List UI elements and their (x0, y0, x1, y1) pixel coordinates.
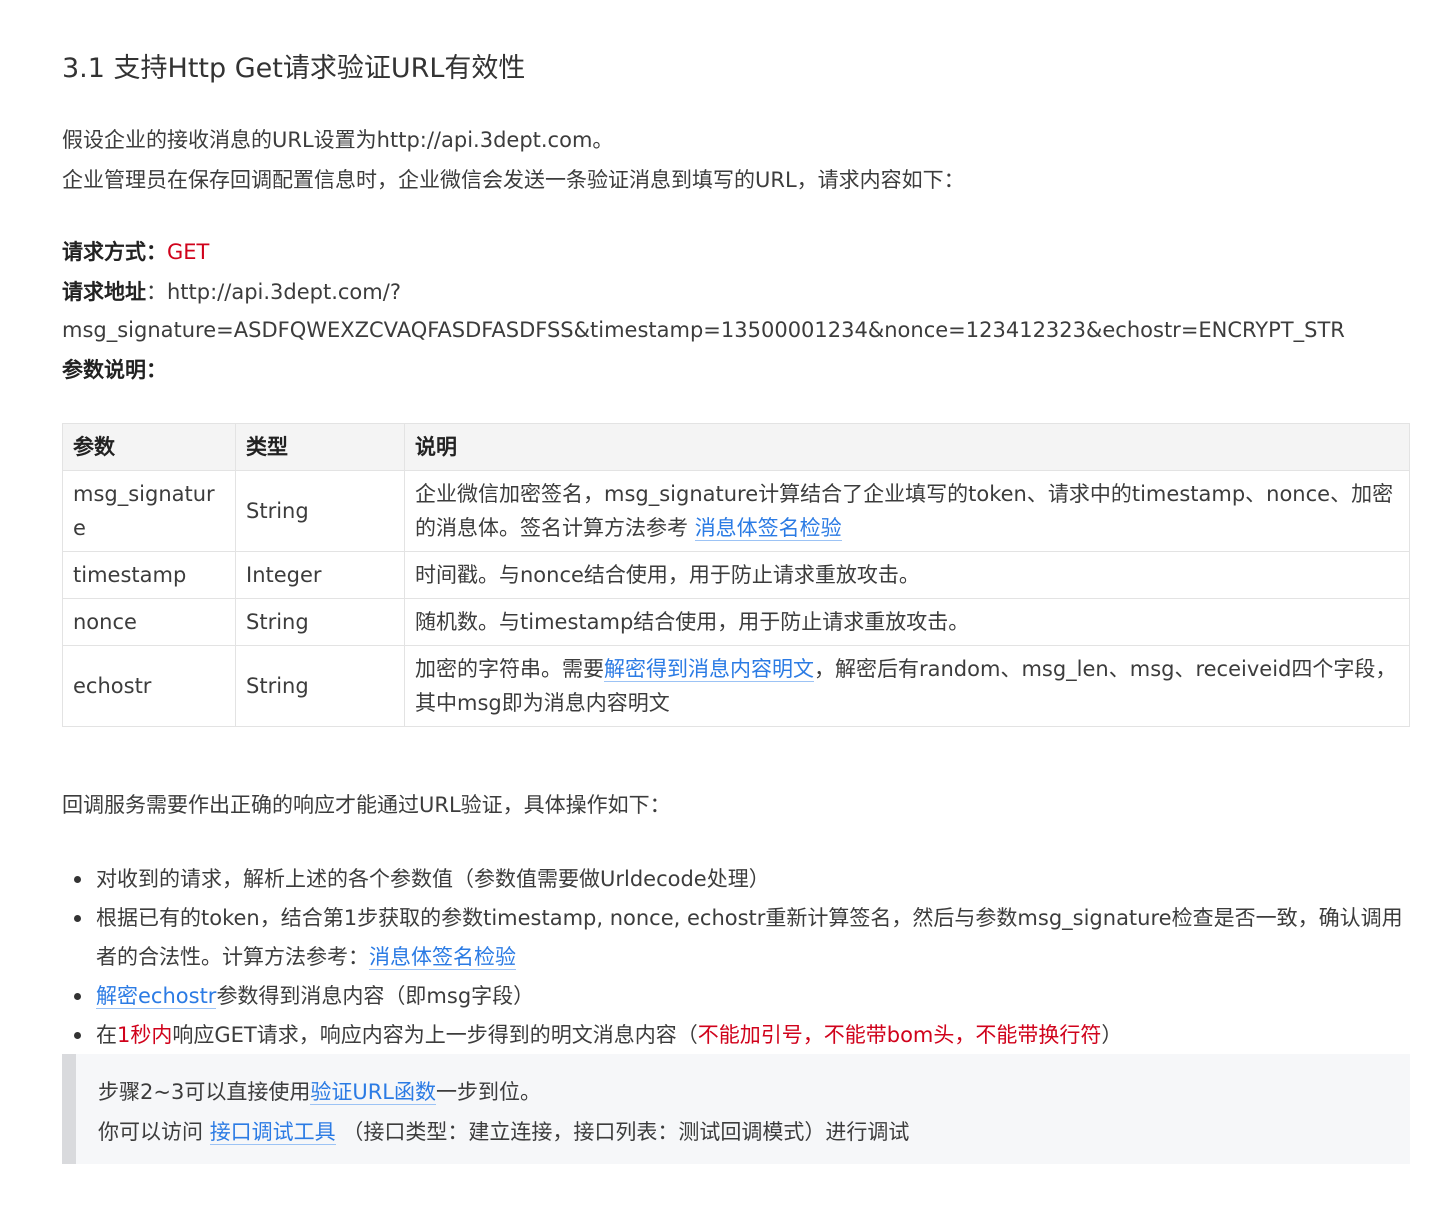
decrypt-echostr-link[interactable]: 解密echostr (96, 984, 217, 1009)
document-page: 3.1 支持Http Get请求验证URL有效性 假设企业的接收消息的URL设置… (0, 0, 1456, 1213)
api-debug-tool-link[interactable]: 接口调试工具 (209, 1120, 336, 1145)
intro-line-1: 假设企业的接收消息的URL设置为http://api.3dept.com。 (62, 128, 614, 152)
signature-doc-link[interactable]: 消息体签名检验 (694, 516, 842, 541)
table-row: echostr String 加密的字符串。需要解密得到消息内容明文，解密后有r… (62, 645, 1410, 727)
step-4-text: ） (1101, 1023, 1123, 1047)
param-name: nonce (62, 598, 236, 646)
step-4-text: 在 (96, 1023, 117, 1047)
steps-list: 对收到的请求，解析上述的各个参数值（参数值需要做Urldecode处理） 根据已… (62, 860, 1410, 1055)
note-line-2: 你可以访问 接口调试工具 （接口类型：建立连接，接口列表：测试回调模式）进行调试 (98, 1112, 1388, 1152)
header-type: 类型 (235, 423, 405, 471)
step-4-emphasis-time: 1秒内 (117, 1023, 173, 1047)
note-line-1: 步骤2~3可以直接使用验证URL函数一步到位。 (98, 1072, 1388, 1112)
params-label: 参数说明： (62, 358, 167, 382)
param-desc: 时间戳。与nonce结合使用，用于防止请求重放攻击。 (404, 551, 1410, 599)
table-row: nonce String 随机数。与timestamp结合使用，用于防止请求重放… (62, 598, 1410, 646)
step-3-text: 参数得到消息内容（即msg字段） (216, 984, 535, 1008)
list-item: 对收到的请求，解析上述的各个参数值（参数值需要做Urldecode处理） (62, 860, 1410, 899)
request-method-value: GET (167, 240, 210, 264)
param-type: Integer (235, 551, 405, 599)
decrypt-doc-link[interactable]: 解密得到消息内容明文 (604, 657, 814, 682)
param-desc-text: 企业微信加密签名，msg_signature计算结合了企业填写的token、请求… (415, 482, 1394, 540)
response-intro: 回调服务需要作出正确的响应才能通过URL验证，具体操作如下： (62, 793, 671, 817)
header-param: 参数 (62, 423, 236, 471)
note-text: 你可以访问 (98, 1120, 210, 1144)
list-item: 解密echostr参数得到消息内容（即msg字段） (62, 977, 1410, 1016)
step-1-text: 对收到的请求，解析上述的各个参数值（参数值需要做Urldecode处理） (96, 867, 770, 891)
request-url: 请求地址：http://api.3dept.com/? (62, 278, 401, 306)
list-item: 在1秒内响应GET请求，响应内容为上一步得到的明文消息内容（不能加引号，不能带b… (62, 1016, 1410, 1055)
header-desc: 说明 (404, 423, 1410, 471)
intro-line-2: 企业管理员在保存回调配置信息时，企业微信会发送一条验证消息到填写的URL，请求内… (62, 168, 965, 192)
param-name: msg_signature (62, 470, 236, 552)
step-4-emphasis-rules: 不能加引号，不能带bom头，不能带换行符 (697, 1023, 1102, 1047)
request-method: 请求方式：GET (62, 238, 209, 266)
request-url-query: msg_signature=ASDFQWEXZCVAQFASDFASDFSS&t… (62, 318, 1345, 342)
step-2-text: 根据已有的token，结合第1步获取的参数timestamp, nonce, e… (96, 906, 1403, 969)
param-desc: 加密的字符串。需要解密得到消息内容明文，解密后有random、msg_len、m… (404, 645, 1410, 727)
request-url-base: ：http://api.3dept.com/? (146, 280, 401, 304)
list-item: 根据已有的token，结合第1步获取的参数timestamp, nonce, e… (62, 899, 1410, 977)
verify-url-function-link[interactable]: 验证URL函数 (310, 1080, 436, 1105)
section-heading: 3.1 支持Http Get请求验证URL有效性 (62, 53, 526, 84)
note-text: 一步到位。 (436, 1080, 541, 1104)
table-row: timestamp Integer 时间戳。与nonce结合使用，用于防止请求重… (62, 551, 1410, 599)
param-type: String (235, 598, 405, 646)
param-desc: 随机数。与timestamp结合使用，用于防止请求重放攻击。 (404, 598, 1410, 646)
table-row: msg_signature String 企业微信加密签名，msg_signat… (62, 470, 1410, 552)
param-type: String (235, 645, 405, 727)
param-desc-text: 加密的字符串。需要 (415, 657, 604, 681)
param-name: echostr (62, 645, 236, 727)
param-type: String (235, 470, 405, 552)
param-name: timestamp (62, 551, 236, 599)
step-4-text: 响应GET请求，响应内容为上一步得到的明文消息内容（ (172, 1023, 698, 1047)
table-header-row: 参数 类型 说明 (62, 423, 1410, 471)
note-text: （接口类型：建立连接，接口列表：测试回调模式）进行调试 (335, 1120, 910, 1144)
params-table: 参数 类型 说明 msg_signature String 企业微信加密签名，m… (62, 423, 1410, 727)
note-blockquote: 步骤2~3可以直接使用验证URL函数一步到位。 你可以访问 接口调试工具 （接口… (62, 1054, 1410, 1164)
signature-check-link[interactable]: 消息体签名检验 (369, 945, 516, 970)
note-text: 步骤2~3可以直接使用 (98, 1080, 311, 1104)
request-url-label: 请求地址 (62, 280, 146, 304)
request-method-label: 请求方式： (62, 240, 167, 264)
param-desc: 企业微信加密签名，msg_signature计算结合了企业填写的token、请求… (404, 470, 1410, 552)
